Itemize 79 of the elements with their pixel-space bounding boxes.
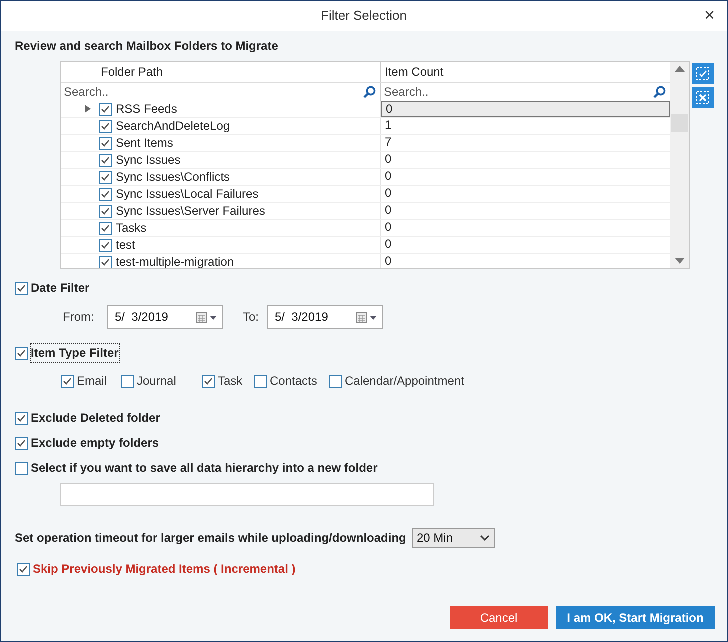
checkbox[interactable] (329, 374, 342, 388)
checkbox-label: Date Filter (31, 280, 90, 297)
checkbox[interactable] (61, 374, 74, 388)
folder-name: test (116, 237, 136, 253)
check-all-button[interactable] (692, 63, 714, 84)
checkbox-label: Journal (137, 373, 176, 390)
scroll-down-icon[interactable] (674, 258, 684, 264)
checkbox[interactable] (202, 374, 215, 388)
field-label: From: (63, 309, 96, 326)
checkbox[interactable] (15, 462, 28, 474)
checkbox-label: Contacts (270, 373, 318, 390)
checkbox-label: Exclude empty folders (31, 435, 160, 452)
checkbox-label: Select if you want to save all data hierarchy into a new folder (31, 460, 378, 477)
window-title: Filter Selection (321, 7, 407, 26)
checkbox-label: Calendar/Appointment (345, 373, 464, 390)
search-icon (363, 86, 376, 98)
checkbox[interactable] (99, 120, 112, 132)
checkbox-label: Task (218, 373, 243, 390)
checkbox-label: Exclude Deleted folder (31, 410, 160, 427)
item-count: 7 (384, 135, 393, 151)
checkbox[interactable] (121, 374, 134, 388)
scroll-up-icon[interactable] (674, 66, 684, 72)
folder-name: Tasks (116, 220, 147, 236)
item-count: 0 (384, 237, 393, 253)
checkbox[interactable] (15, 412, 28, 424)
checkbox[interactable] (17, 562, 30, 576)
checkbox[interactable] (254, 374, 267, 388)
timeout-label: Set operation timeout for larger emails while uploading/downloading (15, 530, 408, 547)
folder-name: Sync Issues\Conflicts (116, 169, 230, 185)
calendar-dropdown-icon[interactable] (356, 312, 378, 322)
item-count: 0 (384, 152, 393, 168)
search-icon (653, 86, 666, 98)
scrollbar[interactable] (670, 62, 689, 268)
search-field[interactable]: Search.. (61, 83, 363, 101)
checkbox-label: Skip Previously Migrated Items ( Incremental ) (33, 561, 296, 578)
field-label: To: (243, 309, 260, 326)
close-button[interactable]: × (700, 5, 719, 25)
section-heading: Review and search Mailbox Folders to Migrate (15, 38, 280, 55)
item-count: 0 (381, 101, 670, 117)
item-count: 0 (384, 220, 393, 236)
checkbox[interactable] (15, 282, 28, 294)
item-count: 0 (384, 169, 393, 185)
item-count: 0 (384, 203, 393, 219)
folder-name: Sent Items (116, 135, 174, 151)
checkbox[interactable] (99, 136, 112, 150)
column-header[interactable]: Item Count (381, 62, 670, 82)
checkbox-label: Item Type Filter (31, 344, 119, 362)
checkbox[interactable] (99, 256, 112, 268)
checkbox[interactable] (99, 154, 112, 166)
uncheck-all-button[interactable] (692, 87, 714, 108)
folder-name: SearchAndDeleteLog (116, 118, 230, 134)
checkbox[interactable] (99, 204, 112, 218)
checkbox[interactable] (99, 170, 112, 184)
checkbox[interactable] (99, 102, 112, 116)
checkbox[interactable] (99, 238, 112, 252)
folder-name-field[interactable] (60, 483, 434, 506)
item-count: 1 (384, 118, 393, 134)
checkbox[interactable] (15, 346, 28, 360)
folder-name: RSS Feeds (116, 101, 178, 117)
timeout-dropdown[interactable]: 20 Min (412, 528, 495, 548)
checkbox[interactable] (99, 222, 112, 234)
folder-name: Sync Issues (116, 152, 181, 168)
checkbox[interactable] (99, 188, 112, 200)
date-picker[interactable]: 5/ 3/2019 (107, 305, 223, 329)
checkbox[interactable] (15, 436, 28, 450)
cancel-button[interactable]: Cancel (450, 606, 548, 629)
date-picker[interactable]: 5/ 3/2019 (267, 305, 383, 329)
search-field[interactable]: Search.. (381, 83, 653, 101)
item-count: 0 (384, 186, 393, 202)
start-migration-button[interactable]: I am OK, Start Migration (556, 606, 715, 629)
scrollbar-thumb[interactable] (671, 114, 688, 132)
folder-name: Sync Issues\Local Failures (116, 186, 259, 202)
column-header[interactable]: Folder Path (61, 62, 381, 82)
calendar-dropdown-icon[interactable] (196, 312, 218, 322)
chevron-down-icon (480, 535, 490, 541)
checkbox-label: Email (77, 373, 108, 390)
item-count: 0 (384, 254, 393, 268)
expand-arrow-icon[interactable] (85, 105, 91, 113)
folder-name: Sync Issues\Server Failures (116, 203, 266, 219)
